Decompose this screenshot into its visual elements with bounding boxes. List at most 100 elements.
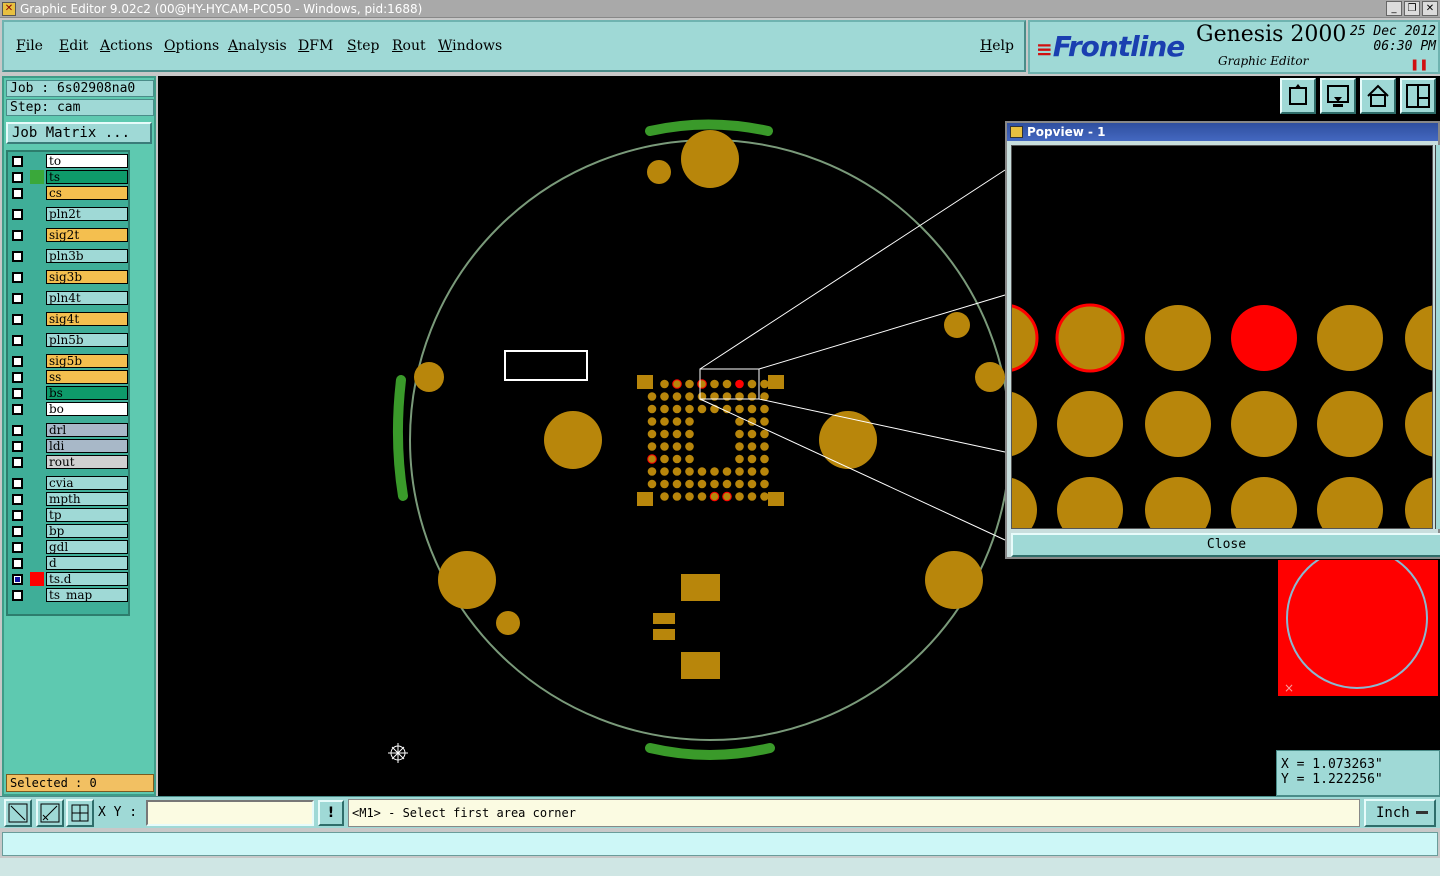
layer-checkbox[interactable] [12,335,23,346]
layer-row-pln5b[interactable]: pln5b [10,333,128,347]
layer-row-sig3b[interactable]: sig3b [10,270,128,284]
layer-name[interactable]: bp [46,524,128,538]
menu-edit[interactable]: Edit [59,38,88,54]
layer-row-bs[interactable]: bs [10,386,128,400]
menu-dfm[interactable]: DFM [298,38,333,54]
layer-name[interactable]: tp [46,508,128,522]
menu-rout[interactable]: Rout [392,38,426,54]
layer-checkbox[interactable] [12,209,23,220]
layer-row-sig5b[interactable]: sig5b [10,354,128,368]
layer-checkbox[interactable] [12,542,23,553]
layer-name[interactable]: sig2t [46,228,128,242]
layer-row-drl[interactable]: drl [10,423,128,437]
layer-checkbox[interactable] [12,558,23,569]
units-dropdown[interactable]: Inch [1364,799,1436,827]
layer-row-gdl[interactable]: gdl [10,540,128,554]
window-layout-icon[interactable] [1400,78,1436,114]
menu-actions[interactable]: Actions [100,38,153,54]
layer-name[interactable]: gdl [46,540,128,554]
layer-checkbox[interactable] [12,494,23,505]
layer-name[interactable]: mpth [46,492,128,506]
layer-row-bp[interactable]: bp [10,524,128,538]
layer-checkbox[interactable] [12,590,23,601]
menu-options[interactable]: Options [164,38,219,54]
layer-row-to[interactable]: to [10,154,128,168]
download-icon[interactable] [1320,78,1356,114]
layer-checkbox[interactable] [12,404,23,415]
grid-snap-icon[interactable] [66,799,94,827]
layer-name[interactable]: sig3b [46,270,128,284]
layer-row-ts-map[interactable]: ts_map [10,588,128,602]
layer-name[interactable]: cvia [46,476,128,490]
menu-file[interactable]: File [16,38,43,54]
measure-icon[interactable] [36,799,64,827]
home-icon[interactable] [1360,78,1396,114]
layer-checkbox[interactable] [12,372,23,383]
layer-row-ss[interactable]: ss [10,370,128,384]
layer-checkbox[interactable] [12,574,23,585]
layer-name[interactable]: ts.d [46,572,128,586]
layer-row-d[interactable]: d [10,556,128,570]
layer-name[interactable]: rout [46,455,128,469]
job-matrix-button[interactable]: Job Matrix ... [6,122,152,144]
layer-name[interactable]: sig5b [46,354,128,368]
layer-row-ts[interactable]: ts [10,170,128,184]
close-window-button[interactable]: ✕ [1422,1,1438,16]
layer-checkbox[interactable] [12,314,23,325]
menu-step[interactable]: Step [347,38,379,54]
menu-help[interactable]: Help [980,38,1014,54]
layer-checkbox[interactable] [12,425,23,436]
layer-name[interactable]: sig4t [46,312,128,326]
layer-checkbox[interactable] [12,272,23,283]
minimize-button[interactable]: _ [1386,1,1402,16]
menu-analysis[interactable]: Analysis [228,38,287,54]
layer-name[interactable]: drl [46,423,128,437]
maximize-button[interactable]: ❐ [1404,1,1420,16]
popview-canvas[interactable] [1011,145,1433,529]
popview-close-button[interactable]: Close [1011,533,1440,557]
layer-row-bo[interactable]: bo [10,402,128,416]
layer-checkbox[interactable] [12,356,23,367]
layer-checkbox[interactable] [12,293,23,304]
layer-row-ts-d[interactable]: ts.d [10,572,128,586]
layer-name[interactable]: ss [46,370,128,384]
layer-row-cvia[interactable]: cvia [10,476,128,490]
layer-row-sig2t[interactable]: sig2t [10,228,128,242]
layer-checkbox[interactable] [12,188,23,199]
layer-row-pln3b[interactable]: pln3b [10,249,128,263]
layer-name[interactable]: pln3b [46,249,128,263]
layer-name[interactable]: d [46,556,128,570]
layer-row-mpth[interactable]: mpth [10,492,128,506]
layer-checkbox[interactable] [12,230,23,241]
layer-checkbox[interactable] [12,526,23,537]
popview-scrollbar[interactable] [1435,145,1440,529]
layer-checkbox[interactable] [12,457,23,468]
layer-row-tp[interactable]: tp [10,508,128,522]
layer-name[interactable]: bs [46,386,128,400]
layer-name[interactable]: bo [46,402,128,416]
layer-name[interactable]: to [46,154,128,168]
layer-name[interactable]: ts_map [46,588,128,602]
layer-checkbox[interactable] [12,478,23,489]
layer-row-sig4t[interactable]: sig4t [10,312,128,326]
layer-checkbox[interactable] [12,388,23,399]
xy-input[interactable] [146,800,314,826]
layer-checkbox[interactable] [12,441,23,452]
layer-name[interactable]: ldi [46,439,128,453]
alert-button[interactable]: ! [318,800,344,826]
layer-name[interactable]: pln4t [46,291,128,305]
popview-titlebar[interactable]: Popview - 1 [1007,123,1438,141]
layer-checkbox[interactable] [12,156,23,167]
layer-row-rout[interactable]: rout [10,455,128,469]
layer-row-pln2t[interactable]: pln2t [10,207,128,221]
layer-name[interactable]: pln2t [46,207,128,221]
pause-icon[interactable]: ❚❚ [1410,58,1428,71]
layer-name[interactable]: cs [46,186,128,200]
layer-row-cs[interactable]: cs [10,186,128,200]
layer-row-pln4t[interactable]: pln4t [10,291,128,305]
layer-name[interactable]: pln5b [46,333,128,347]
layer-checkbox[interactable] [12,510,23,521]
upload-icon[interactable] [1280,78,1316,114]
zoom-area-icon[interactable] [4,799,32,827]
layer-checkbox[interactable] [12,251,23,262]
